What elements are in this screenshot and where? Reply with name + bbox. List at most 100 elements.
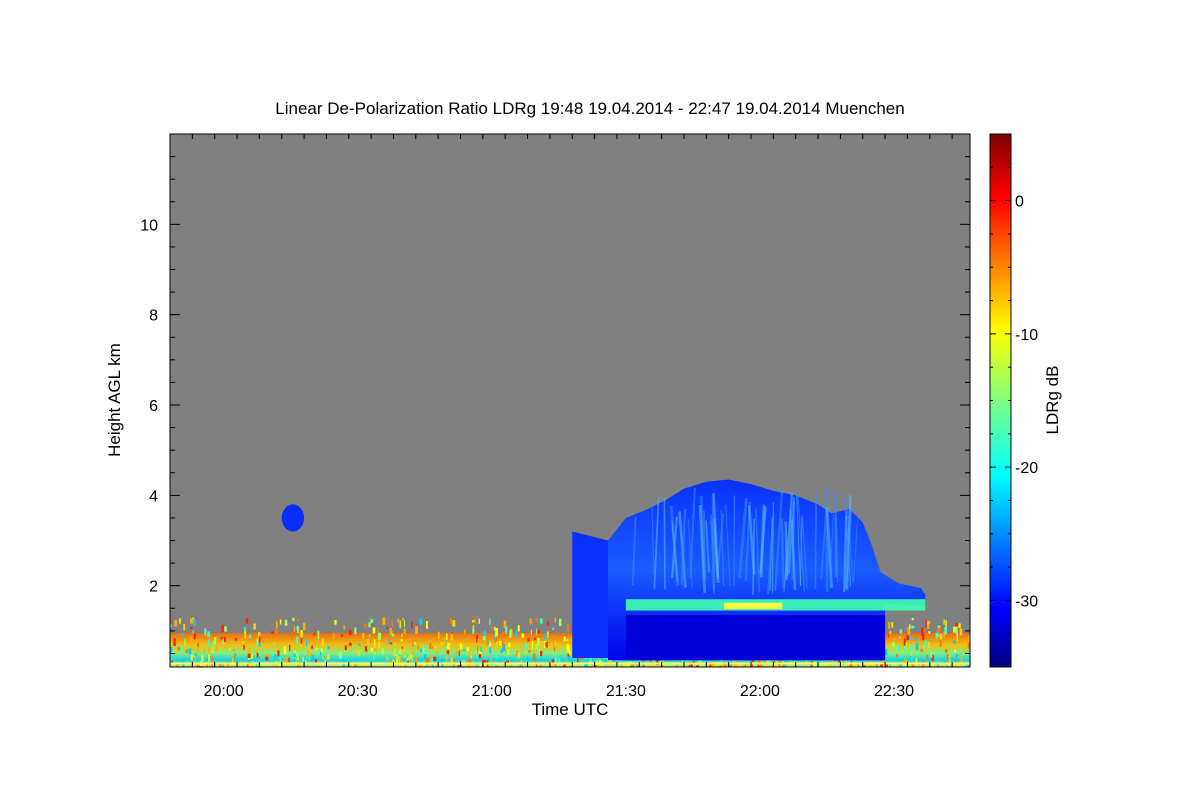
noise-speck [915, 658, 918, 663]
noise-speck [925, 620, 927, 628]
noise-speck [378, 632, 381, 640]
noise-speck [190, 626, 193, 630]
y-tick-label: 8 [149, 308, 158, 325]
noise-speck [446, 653, 449, 657]
noise-speck [493, 626, 497, 632]
noise-speck [943, 619, 945, 625]
noise-speck [799, 666, 801, 667]
noise-speck [313, 632, 316, 636]
noise-speck [938, 649, 940, 654]
noise-speck [470, 650, 473, 659]
noise-speck [527, 637, 530, 642]
noise-speck [316, 649, 320, 655]
noise-speck [849, 666, 852, 667]
noise-speck [521, 633, 525, 638]
noise-speck [434, 665, 437, 667]
noise-speck [212, 641, 215, 649]
noise-speck [258, 651, 261, 656]
noise-speck [368, 634, 371, 638]
noise-speck [675, 665, 678, 667]
noise-speck [243, 648, 246, 652]
noise-speck [220, 636, 223, 640]
noise-speck [568, 656, 570, 662]
melting-layer-peak [724, 602, 783, 610]
noise-speck [487, 641, 489, 645]
noise-speck [928, 631, 931, 634]
noise-speck [355, 666, 357, 667]
noise-speck [967, 641, 970, 650]
noise-speck [412, 640, 414, 647]
noise-speck [245, 618, 249, 624]
noise-speck [554, 655, 558, 663]
noise-speck [477, 645, 479, 654]
noise-speck [203, 648, 206, 654]
noise-speck [354, 627, 357, 635]
noise-speck [454, 650, 458, 655]
noise-speck [937, 627, 941, 635]
noise-speck [903, 666, 905, 667]
noise-speck [364, 646, 367, 652]
noise-speck [939, 633, 943, 640]
noise-speck [256, 653, 259, 658]
noise-speck [659, 666, 662, 667]
noise-speck [447, 642, 451, 650]
noise-speck [913, 666, 917, 667]
noise-speck [540, 641, 543, 644]
noise-speck [926, 655, 929, 660]
noise-speck [331, 642, 334, 648]
chart-title: Linear De-Polarization Ratio LDRg 19:48 … [275, 99, 904, 118]
noise-speck [219, 664, 222, 667]
noise-speck [399, 620, 402, 629]
noise-speck [791, 666, 794, 667]
noise-speck [474, 666, 477, 667]
noise-speck [939, 640, 942, 647]
noise-speck [321, 638, 324, 647]
noise-speck [896, 645, 899, 652]
noise-speck [927, 621, 930, 629]
noise-speck [472, 628, 475, 634]
noise-speck [302, 622, 306, 631]
noise-speck [338, 651, 342, 659]
noise-speck [472, 619, 475, 623]
chart-root: Linear De-Polarization Ratio LDRg 19:48 … [0, 0, 1200, 800]
noise-speck [533, 665, 536, 667]
noise-speck [475, 649, 478, 654]
noise-speck [429, 642, 432, 650]
noise-speck [289, 644, 291, 652]
noise-speck [398, 666, 401, 667]
noise-speck [234, 653, 236, 661]
noise-speck [724, 664, 727, 667]
colorbar-tick-label: 0 [1015, 194, 1024, 211]
noise-speck [179, 645, 183, 652]
noise-speck [406, 658, 409, 661]
noise-speck [327, 646, 330, 650]
noise-speck [699, 666, 701, 667]
noise-speck [832, 666, 836, 667]
noise-speck [397, 618, 399, 623]
noise-speck [430, 658, 433, 663]
noise-speck [911, 617, 914, 621]
noise-speck [354, 641, 358, 645]
noise-speck [915, 642, 919, 651]
noise-speck [515, 630, 518, 638]
noise-speck [244, 630, 247, 639]
noise-speck [484, 641, 488, 647]
noise-speck [417, 645, 419, 650]
noise-speck [543, 633, 547, 640]
noise-speck [466, 647, 470, 652]
cloud-streak [733, 495, 736, 586]
colorbar-tick-label: -20 [1015, 460, 1038, 477]
noise-speck [445, 657, 448, 661]
noise-speck [458, 650, 460, 657]
noise-speck [505, 626, 508, 634]
noise-speck [270, 631, 274, 634]
noise-speck [483, 649, 485, 655]
noise-speck [440, 641, 444, 645]
noise-speck [370, 619, 373, 623]
noise-speck [221, 624, 224, 633]
noise-speck [178, 642, 180, 647]
noise-speck [956, 632, 959, 641]
noise-speck [854, 665, 858, 667]
noise-speck [477, 639, 479, 643]
noise-speck [495, 665, 497, 667]
